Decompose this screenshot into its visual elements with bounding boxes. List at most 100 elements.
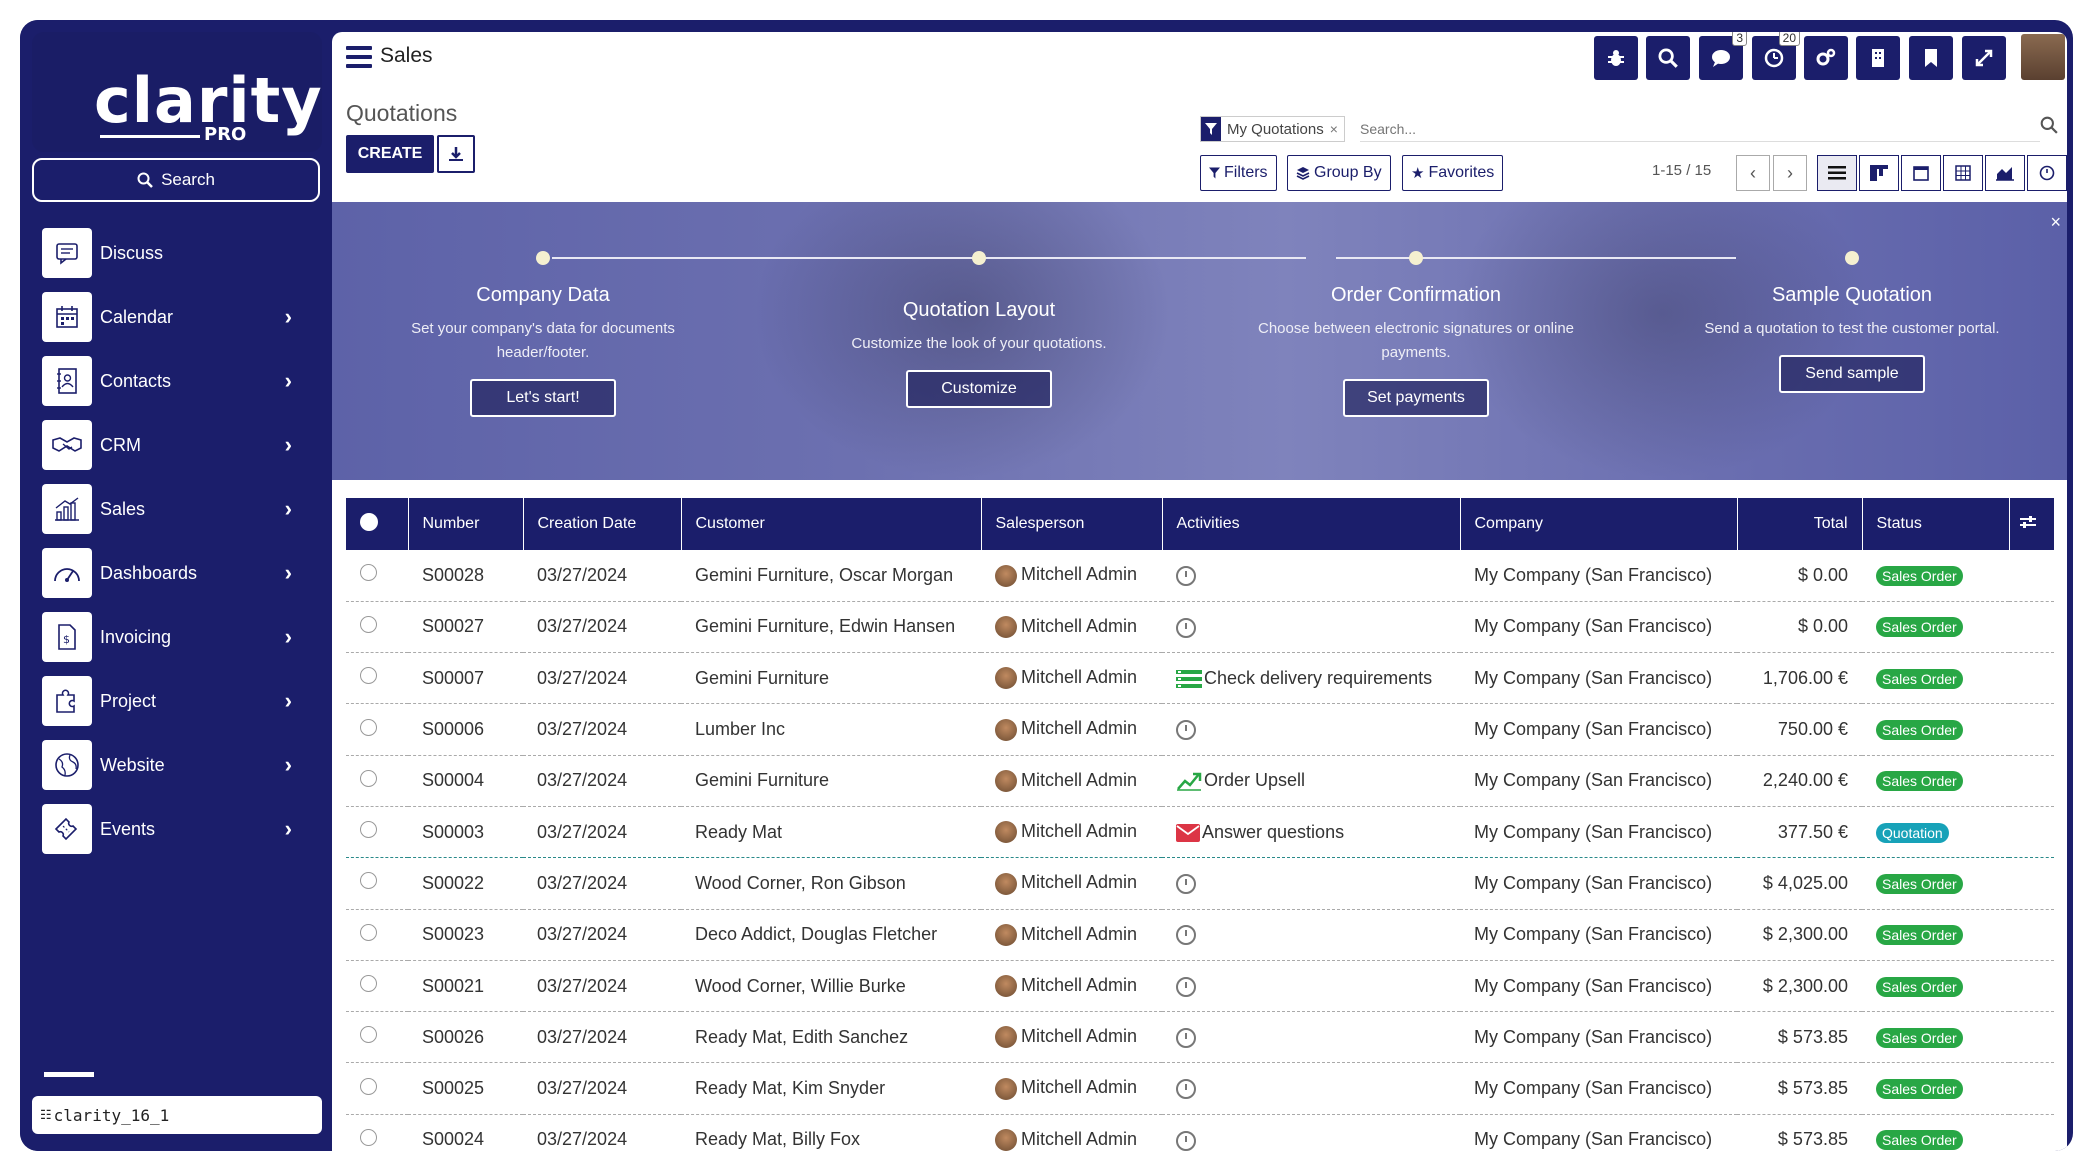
messages-button[interactable]: 3 xyxy=(1699,32,1747,80)
table-row[interactable]: S00004 03/27/2024 Gemini Furniture Mitchell… xyxy=(346,755,2054,807)
row-select-checkbox[interactable] xyxy=(346,550,408,602)
send-sample-button[interactable]: Send sample xyxy=(1779,355,1925,393)
activity-clock-icon[interactable] xyxy=(1176,1027,1196,1048)
column-total[interactable]: Total xyxy=(1737,498,1863,550)
create-button[interactable]: CREATE xyxy=(346,135,434,173)
activity-clock-icon[interactable] xyxy=(1176,1079,1196,1100)
fullscreen-button[interactable] xyxy=(1962,36,2006,80)
export-button[interactable] xyxy=(437,135,475,173)
set-payments-button[interactable]: Set payments xyxy=(1343,379,1489,417)
database-name[interactable]: ☷ clarity_16_1 xyxy=(32,1096,322,1134)
table-row[interactable]: S00003 03/27/2024 Ready Mat Mitchell Admin A… xyxy=(346,806,2054,859)
column-salesperson[interactable]: Salesperson xyxy=(981,498,1163,550)
table-row[interactable]: S00021 03/27/2024 Wood Corner, Willie Burk… xyxy=(346,960,2054,1013)
settings-button[interactable] xyxy=(1804,36,1848,80)
row-select-checkbox[interactable] xyxy=(346,755,408,807)
cell-activities[interactable] xyxy=(1162,550,1460,602)
list-view-button[interactable] xyxy=(1817,155,1857,191)
row-select-checkbox[interactable] xyxy=(346,857,408,910)
table-row[interactable]: S00028 03/27/2024 Gemini Furniture, Oscar … xyxy=(346,550,2054,602)
global-search-button[interactable] xyxy=(1646,36,1690,80)
activity-clock-icon[interactable] xyxy=(1176,1130,1196,1151)
sidebar-item-crm[interactable]: CRM › xyxy=(32,412,322,478)
search-icon[interactable] xyxy=(2040,116,2058,134)
search-input[interactable] xyxy=(1360,116,2040,142)
sidebar-item-events[interactable]: Events › xyxy=(32,796,322,862)
facet-remove-icon[interactable]: × xyxy=(1330,121,1344,137)
bookmark-button[interactable] xyxy=(1909,36,1953,80)
activity-clock-icon[interactable] xyxy=(1176,976,1196,997)
sidebar-item-invoicing[interactable]: $ Invoicing › xyxy=(32,604,322,670)
logo[interactable]: clarity PRO xyxy=(32,32,322,152)
cell-activities[interactable] xyxy=(1162,909,1460,961)
activity-clock-icon[interactable] xyxy=(1176,925,1196,946)
row-select-checkbox[interactable] xyxy=(346,601,408,654)
sidebar-search-button[interactable]: Search xyxy=(32,158,320,202)
row-select-checkbox[interactable] xyxy=(346,1114,408,1151)
cell-activities[interactable] xyxy=(1162,703,1460,756)
company-button[interactable] xyxy=(1856,36,1900,80)
filters-button[interactable]: Filters xyxy=(1200,155,1277,191)
cell-activities[interactable] xyxy=(1162,601,1460,654)
column-customer[interactable]: Customer xyxy=(681,498,982,550)
pager-next-button[interactable]: › xyxy=(1773,155,1807,191)
sidebar-item-project[interactable]: Project › xyxy=(32,668,322,734)
row-select-checkbox[interactable] xyxy=(346,1011,408,1064)
kanban-view-button[interactable] xyxy=(1859,155,1899,191)
row-select-checkbox[interactable] xyxy=(346,806,408,859)
pager-previous-button[interactable]: ‹ xyxy=(1736,155,1770,191)
column-company[interactable]: Company xyxy=(1460,498,1738,550)
sidebar-item-contacts[interactable]: Contacts › xyxy=(32,348,322,414)
lets-start-button[interactable]: Let's start! xyxy=(470,379,616,417)
column-status[interactable]: Status xyxy=(1862,498,2010,550)
groupby-button[interactable]: Group By xyxy=(1287,155,1391,191)
activity-clock-icon[interactable] xyxy=(1176,617,1196,638)
cell-activities[interactable]: Answer questions xyxy=(1162,806,1460,859)
sidebar-item-website[interactable]: Website › xyxy=(32,732,322,798)
banner-close-icon[interactable]: × xyxy=(2050,212,2061,233)
activity-clock-icon[interactable] xyxy=(1176,566,1196,587)
cell-activities[interactable] xyxy=(1162,960,1460,1013)
cell-activities[interactable] xyxy=(1162,1062,1460,1115)
cell-activities[interactable] xyxy=(1162,857,1460,910)
table-row[interactable]: S00023 03/27/2024 Deco Addict, Douglas Fle… xyxy=(346,909,2054,961)
activity-clock-icon[interactable] xyxy=(1176,720,1196,741)
row-select-checkbox[interactable] xyxy=(346,960,408,1013)
table-row[interactable]: S00006 03/27/2024 Lumber Inc Mitchell Admin… xyxy=(346,703,2054,756)
cell-activities[interactable] xyxy=(1162,1114,1460,1151)
column-creation-date[interactable]: Creation Date xyxy=(523,498,682,550)
optional-columns-toggle[interactable] xyxy=(2009,498,2055,550)
cell-activities[interactable]: Check delivery requirements xyxy=(1162,652,1460,705)
activity-view-button[interactable] xyxy=(2027,155,2067,191)
cell-activities[interactable] xyxy=(1162,1011,1460,1064)
graph-view-button[interactable] xyxy=(1985,155,2025,191)
customize-button[interactable]: Customize xyxy=(906,370,1052,408)
sidebar-item-calendar[interactable]: Calendar › xyxy=(32,284,322,350)
favorites-button[interactable]: ★ Favorites xyxy=(1402,155,1504,191)
row-select-checkbox[interactable] xyxy=(346,652,408,705)
table-row[interactable]: S00026 03/27/2024 Ready Mat, Edith Sanchez… xyxy=(346,1011,2054,1064)
user-avatar[interactable] xyxy=(2021,34,2065,80)
pivot-view-button[interactable] xyxy=(1943,155,1983,191)
search-facet[interactable]: My Quotations × xyxy=(1200,116,1345,142)
row-select-checkbox[interactable] xyxy=(346,1062,408,1115)
calendar-view-button[interactable] xyxy=(1901,155,1941,191)
debug-button[interactable] xyxy=(1594,36,1638,80)
row-select-checkbox[interactable] xyxy=(346,909,408,961)
sidebar-item-sales[interactable]: Sales › xyxy=(32,476,322,542)
sidebar-item-discuss[interactable]: Discuss xyxy=(32,220,322,286)
table-row[interactable]: S00022 03/27/2024 Wood Corner, Ron Gibson M… xyxy=(346,857,2054,910)
column-activities[interactable]: Activities xyxy=(1162,498,1461,550)
table-row[interactable]: S00025 03/27/2024 Ready Mat, Kim Snyder Mit… xyxy=(346,1062,2054,1115)
activity-clock-icon[interactable] xyxy=(1176,874,1196,895)
menu-toggle-icon[interactable] xyxy=(346,46,372,68)
table-row[interactable]: S00007 03/27/2024 Gemini Furniture Mitchell… xyxy=(346,652,2054,705)
column-number[interactable]: Number xyxy=(408,498,524,550)
sidebar-item-dashboards[interactable]: Dashboards › xyxy=(32,540,322,606)
activities-button[interactable]: 20 xyxy=(1752,32,1800,80)
cell-activities[interactable]: Order Upsell xyxy=(1162,755,1460,807)
table-row[interactable]: S00024 03/27/2024 Ready Mat, Billy Fox Mitc… xyxy=(346,1114,2054,1151)
select-all-checkbox[interactable] xyxy=(346,498,409,550)
table-row[interactable]: S00027 03/27/2024 Gemini Furniture, Edwin … xyxy=(346,601,2054,654)
pager-value[interactable]: 1-15 / 15 xyxy=(1652,162,1711,179)
